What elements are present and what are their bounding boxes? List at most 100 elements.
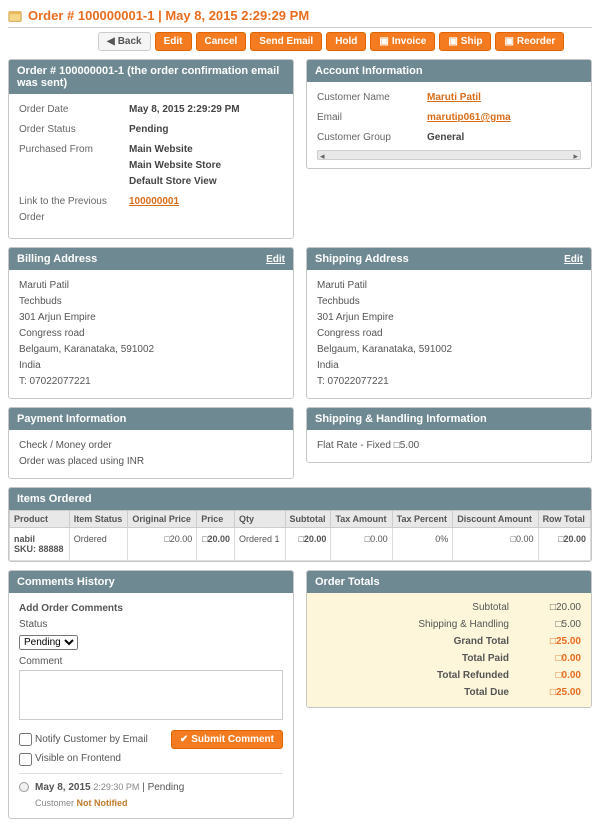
grand-value: □25.00: [521, 636, 581, 647]
order-status-value: Pending: [129, 122, 283, 138]
invoice-button[interactable]: ▣ Invoice: [370, 32, 435, 51]
status-select[interactable]: Pending: [19, 635, 78, 650]
hold-button[interactable]: Hold: [326, 32, 366, 51]
order-icon: [8, 9, 22, 23]
payment-heading: Payment Information: [17, 413, 126, 425]
col-orig: Original Price: [128, 511, 197, 528]
edit-button[interactable]: Edit: [155, 32, 192, 51]
send-email-button[interactable]: Send Email: [250, 32, 322, 51]
page-title: Order # 100000001-1 | May 8, 2015 2:29:2…: [28, 8, 309, 23]
check-icon: ✔: [180, 734, 188, 745]
entry-time: 2:29:30 PM: [93, 782, 139, 792]
entry-date: May 8, 2015: [35, 782, 91, 793]
items-table: Product Item Status Original Price Price…: [9, 510, 591, 561]
cell-orig: □20.00: [128, 528, 197, 561]
col-subtotal: Subtotal: [285, 511, 331, 528]
totals-box: Order Totals Subtotal □20.00 Shipping & H…: [306, 570, 592, 708]
col-status: Item Status: [69, 511, 128, 528]
horizontal-scrollbar[interactable]: [317, 150, 581, 160]
shipping-addr-edit-link[interactable]: Edit: [564, 254, 583, 265]
col-qty: Qty: [235, 511, 286, 528]
cancel-button[interactable]: Cancel: [196, 32, 247, 51]
comment-label: Comment: [19, 654, 283, 670]
due-value: □25.00: [521, 687, 581, 698]
items-heading: Items Ordered: [17, 493, 92, 505]
status-label: Status: [19, 617, 283, 633]
action-bar: ◀Back Edit Cancel Send Email Hold ▣ Invo…: [8, 32, 592, 51]
col-tax-amt: Tax Amount: [331, 511, 392, 528]
customer-name-link[interactable]: Maruti Patil: [427, 92, 481, 103]
col-discount: Discount Amount: [453, 511, 538, 528]
order-date-value: May 8, 2015 2:29:29 PM: [129, 102, 283, 118]
invoice-icon: ▣: [379, 36, 388, 47]
entry-status: Pending: [148, 782, 185, 793]
col-tax-pct: Tax Percent: [392, 511, 453, 528]
totals-heading: Order Totals: [315, 576, 380, 588]
page-header: Order # 100000001-1 | May 8, 2015 2:29:2…: [8, 8, 592, 28]
cell-subtotal: □20.00: [285, 528, 331, 561]
subtotal-value: □20.00: [521, 602, 581, 613]
refund-value: □0.00: [521, 670, 581, 681]
customer-group-value: General: [427, 130, 581, 146]
col-product: Product: [10, 511, 70, 528]
refund-label: Total Refunded: [437, 670, 509, 681]
items-box: Items Ordered Product Item Status Origin…: [8, 487, 592, 562]
purchased-from-label: Purchased From: [19, 142, 129, 190]
customer-email-link[interactable]: marutip061@gma: [427, 112, 511, 123]
table-row: nabil SKU: 88888 Ordered □20.00 □20.00 O…: [10, 528, 591, 561]
customer-name-label: Customer Name: [317, 90, 427, 106]
entry-dot-icon: [19, 782, 29, 792]
reorder-button[interactable]: ▣ Reorder: [495, 32, 564, 51]
entry-customer-value: Not Notified: [77, 798, 128, 808]
cell-tax-pct: 0%: [392, 528, 453, 561]
comment-entry: May 8, 2015 2:29:30 PM | Pending Custome…: [19, 773, 283, 810]
order-info-heading: Order # 100000001-1 (the order confirmat…: [17, 65, 285, 89]
prev-order-label: Link to the Previous Order: [19, 194, 129, 226]
billing-edit-link[interactable]: Edit: [266, 254, 285, 265]
cell-qty: Ordered 1: [235, 528, 286, 561]
visible-frontend-checkbox[interactable]: [19, 753, 32, 766]
reorder-icon: ▣: [504, 36, 513, 47]
ship-value: □5.00: [521, 619, 581, 630]
due-label: Total Due: [464, 687, 509, 698]
comments-heading: Comments History: [17, 576, 115, 588]
back-button[interactable]: ◀Back: [98, 32, 151, 51]
ship-icon: ▣: [448, 36, 457, 47]
ship-label: Shipping & Handling: [418, 619, 509, 630]
order-info-box: Order # 100000001-1 (the order confirmat…: [8, 59, 294, 239]
entry-customer-label: Customer: [35, 798, 74, 808]
back-icon: ◀: [107, 36, 115, 47]
customer-email-label: Email: [317, 110, 427, 126]
shipping-method-text: Flat Rate - Fixed □5.00: [307, 430, 591, 462]
grand-label: Grand Total: [454, 636, 509, 647]
subtotal-label: Subtotal: [472, 602, 509, 613]
notify-email-checkbox[interactable]: [19, 733, 32, 746]
account-box: Account Information Customer NameMaruti …: [306, 59, 592, 169]
customer-group-label: Customer Group: [317, 130, 427, 146]
cell-tax-amt: □0.00: [331, 528, 392, 561]
prev-order-link[interactable]: 100000001: [129, 196, 179, 207]
notify-email-option[interactable]: Notify Customer by Email: [19, 732, 148, 748]
shipping-address: Maruti Patil Techbuds 301 Arjun Empire C…: [307, 270, 591, 398]
order-status-label: Order Status: [19, 122, 129, 138]
add-comments-label: Add Order Comments: [19, 601, 283, 617]
col-row-total: Row Total: [538, 511, 590, 528]
cell-price: □20.00: [197, 528, 235, 561]
comment-textarea[interactable]: [19, 670, 283, 720]
billing-heading: Billing Address: [17, 253, 97, 265]
shipping-addr-box: Shipping Address Edit Maruti Patil Techbu…: [306, 247, 592, 399]
cell-status: Ordered: [69, 528, 128, 561]
order-date-label: Order Date: [19, 102, 129, 118]
visible-frontend-option[interactable]: Visible on Frontend: [19, 751, 283, 767]
cell-product: nabil SKU: 88888: [10, 528, 70, 561]
submit-comment-button[interactable]: ✔ Submit Comment: [171, 730, 283, 749]
ship-button[interactable]: ▣ Ship: [439, 32, 491, 51]
shipping-addr-heading: Shipping Address: [315, 253, 409, 265]
paid-label: Total Paid: [462, 653, 509, 664]
account-heading: Account Information: [315, 65, 423, 77]
payment-box: Payment Information Check / Money order …: [8, 407, 294, 479]
comments-box: Comments History Add Order Comments Stat…: [8, 570, 294, 819]
shipping-method-heading: Shipping & Handling Information: [315, 413, 487, 425]
col-price: Price: [197, 511, 235, 528]
billing-address: Maruti Patil Techbuds 301 Arjun Empire C…: [9, 270, 293, 398]
